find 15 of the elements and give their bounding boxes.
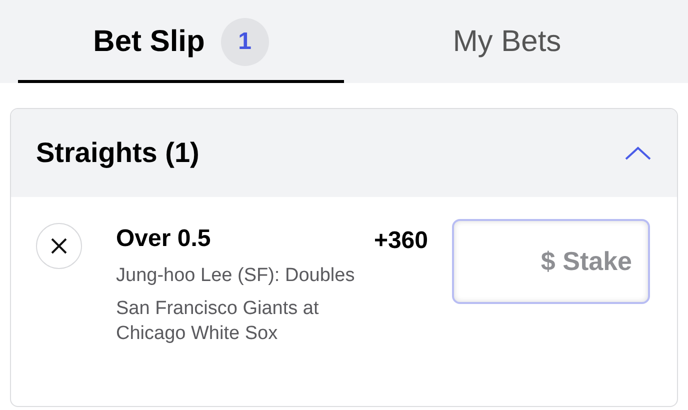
tab[interactable]: My Bets [344,0,670,83]
section-header[interactable]: Straights (1) [11,109,677,197]
count-badge: 1 [220,18,269,66]
remove-button[interactable] [36,223,82,269]
bet-event: San Francisco Giants at Chicago White Sox [116,297,320,346]
chevron-icon[interactable] [624,145,652,161]
tab-label: Bet Slip [93,24,205,58]
bet-odds: +360 [372,227,428,255]
bet-selection: Over 0.5 [116,225,212,253]
tab-label: My Bets [452,24,562,58]
close-icon [50,237,68,255]
section-title: Straights (1) [36,137,200,169]
bet-market: Jung-hoo Lee (SF): Doubles [116,264,356,288]
stake-input[interactable]: $ Stake [452,219,650,304]
tab[interactable]: Bet Slip 1 [18,0,344,83]
